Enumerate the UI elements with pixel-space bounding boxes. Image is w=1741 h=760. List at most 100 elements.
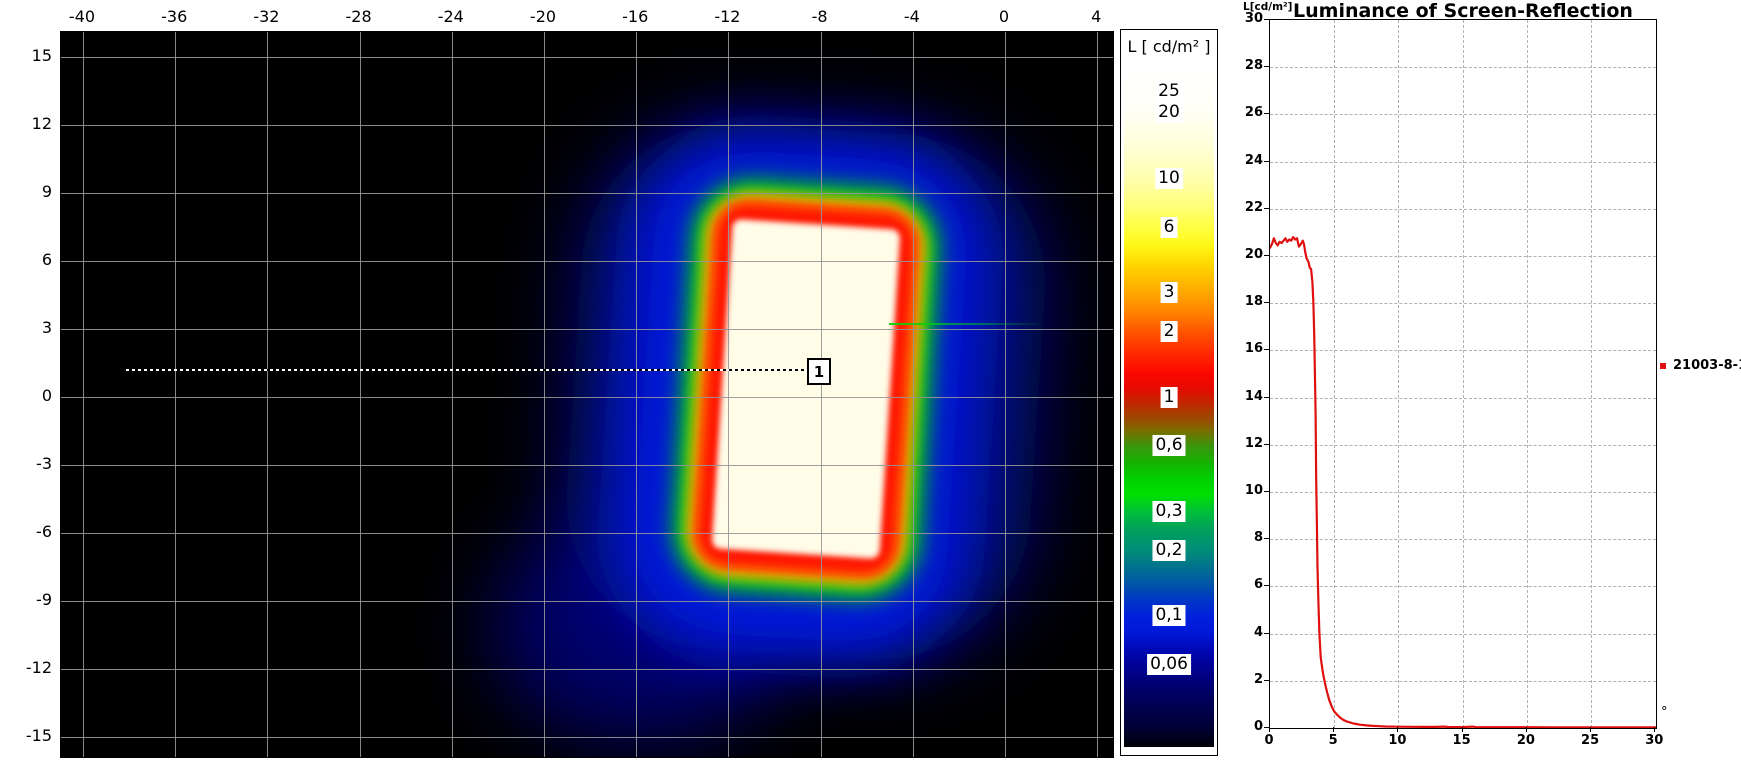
- heatmap-gridline-vertical: [452, 32, 453, 757]
- chart-y-tick-label: 10: [1223, 483, 1263, 498]
- chart-y-tick-label: 28: [1223, 58, 1263, 73]
- heatmap-y-tick-label: 6: [10, 250, 52, 269]
- chart-x-tick-mark: [1654, 727, 1655, 732]
- colorbar-tick-label: 20: [1155, 102, 1183, 123]
- heatmap-gridline-horizontal: [61, 125, 1113, 126]
- colorbar-tick-label: 0,06: [1147, 654, 1191, 675]
- chart-x-tick-label: 30: [1634, 733, 1674, 748]
- heatmap-y-tick-label: -6: [10, 522, 52, 541]
- chart-y-tick-mark: [1264, 491, 1269, 492]
- chart-x-tick-label: 10: [1377, 733, 1417, 748]
- heatmap-gridline-vertical: [821, 32, 822, 757]
- chart-x-tick-label: 15: [1442, 733, 1482, 748]
- heatmap-x-tick-label: -36: [149, 7, 199, 26]
- colorbar-tick-label: 0,2: [1152, 540, 1185, 561]
- chart-y-tick-mark: [1264, 19, 1269, 20]
- chart-x-tick-mark: [1590, 727, 1591, 732]
- heatmap-gridline-horizontal: [61, 261, 1113, 262]
- heatmap-gridline-horizontal: [61, 397, 1113, 398]
- legend-item[interactable]: 21003-8-1: [1660, 358, 1741, 373]
- chart-x-tick-mark: [1397, 727, 1398, 732]
- heatmap-gridline-horizontal: [61, 737, 1113, 738]
- colorbar-tick-label: 3: [1161, 282, 1178, 303]
- heatmap-gridline-vertical: [1097, 32, 1098, 757]
- heatmap-gridline-vertical: [636, 32, 637, 757]
- chart-y-tick-label: 22: [1223, 200, 1263, 215]
- heatmap-x-tick-label: -12: [702, 7, 752, 26]
- heatmap-gridline-vertical: [1005, 32, 1006, 757]
- chart-x-tick-label: 0: [1249, 733, 1289, 748]
- colorbar-tick-label: 6: [1161, 217, 1178, 238]
- scan-dotted-line: [126, 369, 807, 371]
- measure-point-marker[interactable]: 1: [807, 358, 831, 385]
- green-artifact-line: [889, 323, 1044, 325]
- heatmap-gridline-horizontal: [61, 465, 1113, 466]
- line-chart-plot[interactable]: [1269, 19, 1657, 729]
- heatmap-x-tick-label: -16: [610, 7, 660, 26]
- chart-y-tick-label: 30: [1223, 11, 1263, 26]
- chart-y-tick-mark: [1264, 680, 1269, 681]
- heatmap-gridline-vertical: [83, 32, 84, 757]
- heatmap-gridline-vertical: [267, 32, 268, 757]
- chart-x-tick-mark: [1333, 727, 1334, 732]
- chart-x-tick-label: 5: [1313, 733, 1353, 748]
- chart-y-tick-label: 8: [1223, 530, 1263, 545]
- chart-y-tick-mark: [1264, 585, 1269, 586]
- heatmap-y-tick-label: 3: [10, 318, 52, 337]
- heatmap-x-tick-label: -40: [57, 7, 107, 26]
- heatmap-x-tick-label: 0: [979, 7, 1029, 26]
- heatmap-x-tick-label: -8: [795, 7, 845, 26]
- chart-y-tick-label: 4: [1223, 625, 1263, 640]
- heatmap-gridline-horizontal: [61, 601, 1113, 602]
- heatmap-x-tick-label: -4: [887, 7, 937, 26]
- heatmap-y-tick-label: -12: [10, 658, 52, 677]
- heatmap-y-tick-label: -15: [10, 726, 52, 745]
- heatmap-panel: 1 -40-36-32-28-24-20-16-12-8-40415129630…: [0, 0, 1120, 760]
- chart-y-tick-mark: [1264, 349, 1269, 350]
- heatmap-gridline-vertical: [175, 32, 176, 757]
- legend-series-label: 21003-8-1: [1673, 358, 1741, 373]
- chart-y-tick-label: 18: [1223, 294, 1263, 309]
- heatmap-gridline-vertical: [728, 32, 729, 757]
- heatmap-gridline-horizontal: [61, 669, 1113, 670]
- heatmap-x-tick-label: -24: [426, 7, 476, 26]
- chart-y-tick-mark: [1264, 66, 1269, 67]
- colorbar-tick-label: 0,3: [1152, 501, 1185, 522]
- chart-y-tick-mark: [1264, 633, 1269, 634]
- chart-x-tick-label: 25: [1570, 733, 1610, 748]
- chart-y-tick-mark: [1264, 208, 1269, 209]
- chart-x-tick-mark: [1269, 727, 1270, 732]
- heatmap-x-tick-label: -28: [334, 7, 384, 26]
- chart-y-tick-label: 6: [1223, 577, 1263, 592]
- colorbar-tick-label: 2: [1161, 321, 1178, 342]
- legend-color-swatch: [1660, 363, 1666, 369]
- chart-y-tick-label: 20: [1223, 247, 1263, 262]
- chart-y-tick-label: 2: [1223, 672, 1263, 687]
- heatmap-y-tick-label: -9: [10, 590, 52, 609]
- chart-y-tick-mark: [1264, 538, 1269, 539]
- heatmap-y-tick-label: -3: [10, 454, 52, 473]
- colorbar-tick-label: 0,1: [1152, 605, 1185, 626]
- chart-y-tick-label: 14: [1223, 389, 1263, 404]
- luminance-curve: [1270, 20, 1656, 728]
- heatmap-x-tick-label: -20: [518, 7, 568, 26]
- heatmap-y-tick-label: 9: [10, 182, 52, 201]
- colorbar-tick-label: 10: [1155, 168, 1183, 189]
- heatmap-gridline-vertical: [544, 32, 545, 757]
- colorbar: L [ cd/m² ] 25201063210,60,30,20,10,06: [1120, 29, 1218, 756]
- colorbar-gradient: 25201063210,60,30,20,10,06: [1124, 64, 1214, 747]
- chart-y-tick-label: 12: [1223, 436, 1263, 451]
- colorbar-tick-label: 0,6: [1152, 435, 1185, 456]
- chart-x-tick-mark: [1462, 727, 1463, 732]
- heatmap-x-tick-label: -32: [241, 7, 291, 26]
- chart-x-tick-mark: [1526, 727, 1527, 732]
- heatmap-gridline-horizontal: [61, 57, 1113, 58]
- heatmap-gridline-horizontal: [61, 329, 1113, 330]
- colorbar-tick-label: 25: [1155, 81, 1183, 102]
- heatmap-x-tick-label: 4: [1071, 7, 1121, 26]
- heatmap-gridline-horizontal: [61, 533, 1113, 534]
- chart-y-tick-label: 16: [1223, 341, 1263, 356]
- luminance-measurement-window: 1 -40-36-32-28-24-20-16-12-8-40415129630…: [0, 0, 1741, 760]
- chart-y-tick-label: 24: [1223, 153, 1263, 168]
- heatmap-plot[interactable]: 1: [60, 31, 1114, 758]
